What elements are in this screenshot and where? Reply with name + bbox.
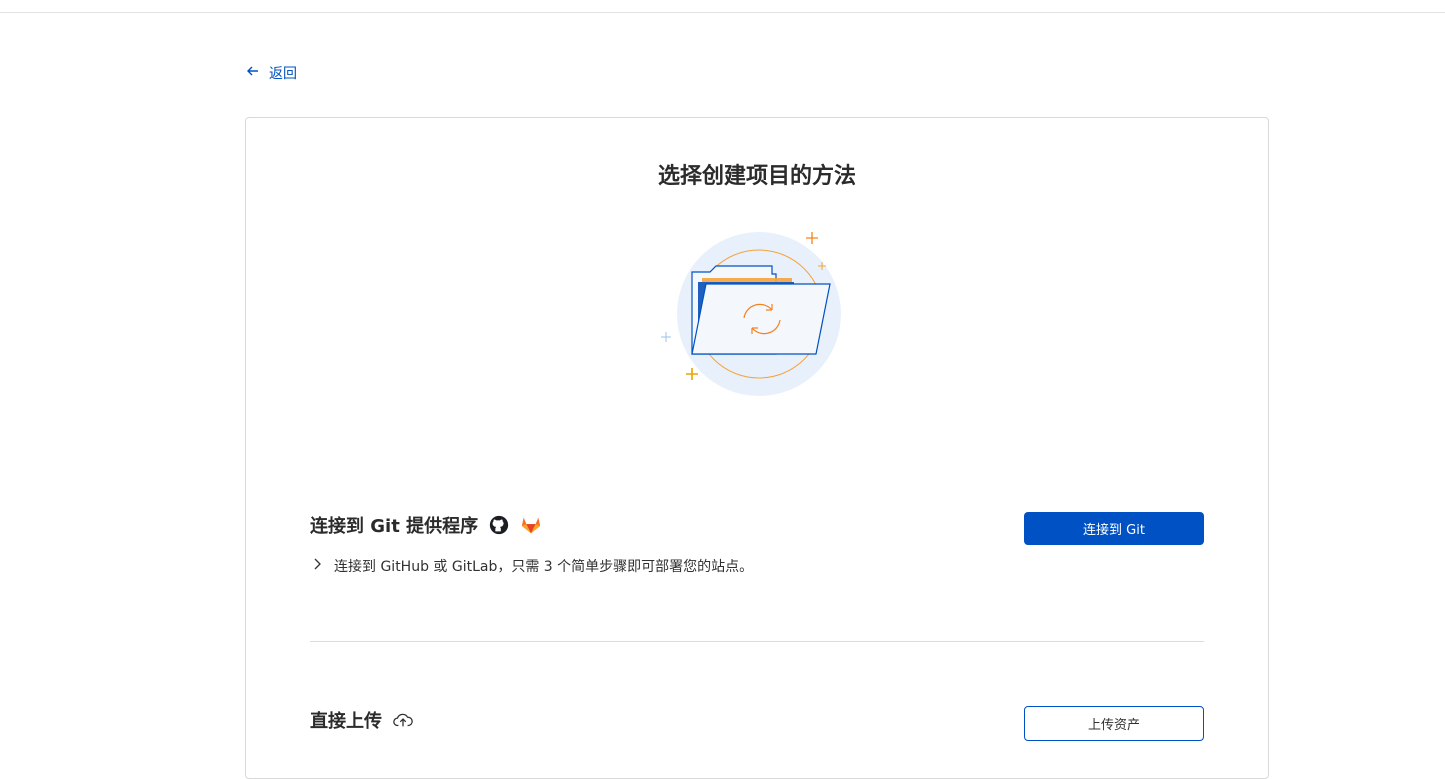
- arrow-left-icon: [245, 63, 261, 83]
- create-project-card: 选择创建项目的方法 连接到 Git 提供程序 连接到 Git 连接到 GitHu…: [245, 117, 1269, 779]
- cloud-upload-icon: [392, 709, 414, 731]
- chevron-right-icon: [310, 557, 324, 575]
- back-link[interactable]: 返回: [245, 63, 297, 83]
- upload-assets-button[interactable]: 上传资产: [1024, 706, 1204, 741]
- git-section-title: 连接到 Git 提供程序: [310, 516, 479, 537]
- section-divider: [310, 641, 1204, 642]
- connect-git-button[interactable]: 连接到 Git: [1024, 512, 1204, 545]
- git-description: 连接到 GitHub 或 GitLab，只需 3 个简单步骤即可部署您的站点。: [334, 559, 754, 575]
- back-label: 返回: [269, 66, 297, 82]
- upload-section-title: 直接上传: [310, 711, 382, 732]
- page-title: 选择创建项目的方法: [657, 164, 856, 189]
- top-divider: [0, 12, 1445, 13]
- git-section-title-row: 连接到 Git 提供程序: [310, 512, 542, 538]
- github-icon: [488, 514, 510, 536]
- git-description-row[interactable]: 连接到 GitHub 或 GitLab，只需 3 个简单步骤即可部署您的站点。: [310, 556, 753, 576]
- gitlab-icon: [520, 514, 542, 536]
- upload-section-title-row: 直接上传: [310, 707, 414, 733]
- folder-sync-illustration: [661, 232, 841, 396]
